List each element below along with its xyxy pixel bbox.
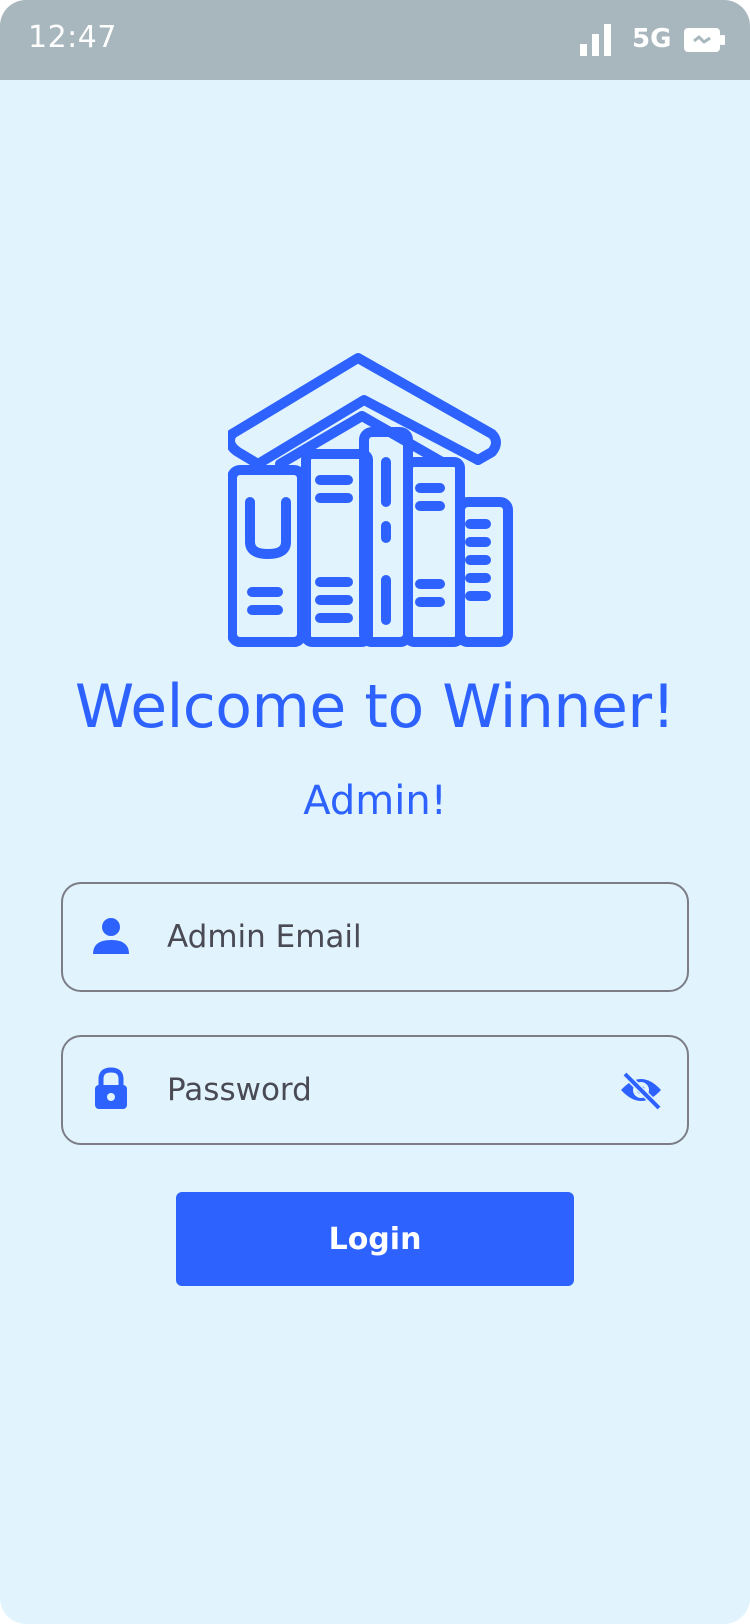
login-screen: 12:47 5G Welcome to Winner! Admin! Admin… <box>0 0 750 1624</box>
lock-icon <box>95 1067 127 1109</box>
welcome-title: Welcome to Winner! <box>74 672 676 742</box>
email-field[interactable] <box>61 882 689 992</box>
password-input[interactable] <box>167 1037 597 1143</box>
battery-icon <box>684 28 725 52</box>
status-bar: 12:47 5G <box>0 0 750 80</box>
password-field[interactable] <box>61 1035 689 1145</box>
status-time: 12:47 <box>28 20 117 55</box>
signal-icon <box>580 24 611 56</box>
eye-off-icon[interactable] <box>619 1070 663 1110</box>
network-label: 5G <box>632 24 672 54</box>
library-books-icon <box>228 353 513 647</box>
email-input[interactable] <box>167 884 597 990</box>
admin-subtitle: Admin! <box>303 778 447 824</box>
person-icon <box>93 918 129 954</box>
login-button[interactable]: Login <box>176 1192 574 1286</box>
